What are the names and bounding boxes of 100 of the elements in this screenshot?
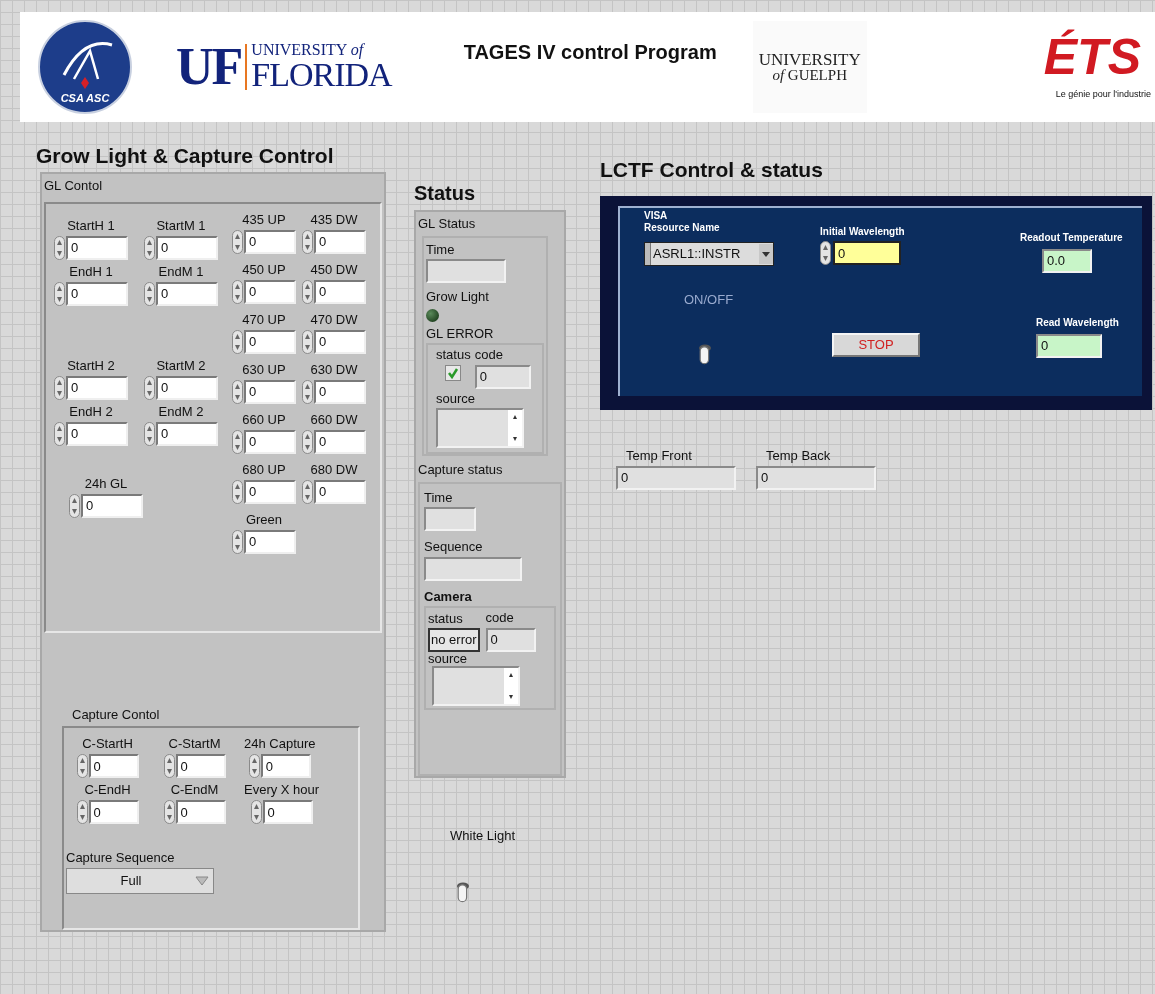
resource-dropdown[interactable]: ASRL1::INSTR [644,242,774,266]
numeric-field[interactable]: 0 [314,329,366,354]
indicator-field: 0 [474,364,531,389]
spinner-icon[interactable] [232,229,243,254]
control-label: 435 UP [242,211,286,228]
control-label: Resource Name [644,222,721,234]
numeric-field[interactable]: 0 [66,375,128,400]
control-label: 450 UP [242,261,286,278]
numeric-field[interactable]: 0 [314,479,366,504]
spinner-icon[interactable] [250,800,262,824]
spinner-icon[interactable] [302,429,313,454]
numeric-field[interactable]: 0 [244,429,296,454]
numeric-field[interactable]: 0 [88,754,139,778]
spinner-icon[interactable] [302,329,313,354]
numeric-field[interactable]: 0 [156,421,218,446]
spinner-icon[interactable] [144,235,155,260]
indicator-label: source [436,389,477,408]
stop-button[interactable]: STOP [832,333,920,357]
spinner-icon[interactable] [232,429,243,454]
spinner-icon[interactable] [144,281,155,306]
control-label: Every X hour [244,782,320,798]
control-label: 660 UP [242,411,286,428]
dropdown-icon [759,244,773,264]
logo-text: FLORIDA [251,58,392,92]
numeric-field[interactable]: 0 [66,421,128,446]
sequence-dropdown[interactable]: Full [66,867,214,894]
numeric-field[interactable]: 0 [156,375,218,400]
numeric-field[interactable]: 0 [156,281,218,306]
numeric-field[interactable]: 0 [244,379,296,404]
program-title: TAGES IV control Program [463,40,717,65]
spinner-icon[interactable] [163,754,175,778]
spinner-icon[interactable] [54,281,65,306]
logo-mark: UF [176,41,242,93]
numeric-field[interactable]: 0 [244,479,296,504]
numeric-field[interactable]: 0 [81,493,143,518]
numeric-field[interactable]: 0 [175,800,226,824]
control-label: 470 DW [310,311,358,328]
indicator-label: Sequence [424,538,484,556]
spinner-icon[interactable] [54,421,65,446]
indicator-label: code [485,609,515,627]
indicator-label: Temp Back [766,447,832,465]
spinner-icon[interactable] [820,241,831,265]
numeric-field[interactable]: 0 [244,329,296,354]
switch-label: White Light [450,827,516,845]
control-label: 680 UP [242,461,286,478]
numeric-field[interactable]: 0 [88,800,139,824]
spinner-icon[interactable] [248,754,260,778]
numeric-field[interactable]: 0 [314,429,366,454]
spinner-icon[interactable] [302,279,313,304]
numeric-field[interactable]: 0 [314,279,366,304]
numeric-field[interactable]: 0 [314,229,366,254]
control-label: Capture Sequence [66,849,176,867]
spinner-icon[interactable] [69,493,80,518]
logo-tagline: Le génie pour l'industrie [1055,88,1151,102]
section-title: Grow Light & Capture Control [36,144,335,168]
spinner-icon[interactable] [232,479,243,504]
panel-label: GL Status [418,215,477,233]
numeric-field[interactable]: 0 [833,241,901,265]
control-label: Green [245,511,283,528]
logo-text: UNIVERSITY [758,51,861,68]
control-label: C-EndH [84,782,131,798]
numeric-field[interactable]: 0 [156,235,218,260]
numeric-field[interactable]: 0 [244,229,296,254]
scrollbar-icon[interactable] [504,667,518,704]
spinner-icon[interactable] [232,279,243,304]
spinner-icon[interactable] [144,421,155,446]
panel-label: Capture Contol [72,705,161,724]
control-label: C-EndM [170,782,219,798]
control-label: EndM 2 [158,403,204,420]
scrollbar-icon[interactable] [508,410,522,446]
control-label: 680 DW [310,461,358,478]
numeric-field[interactable]: 0 [314,379,366,404]
numeric-field[interactable]: 0 [244,529,296,554]
numeric-field[interactable]: 0 [66,235,128,260]
spinner-icon[interactable] [54,375,65,400]
spinner-icon[interactable] [232,379,243,404]
spinner-icon[interactable] [302,479,313,504]
spinner-icon[interactable] [232,529,243,554]
numeric-field[interactable]: 0 [66,281,128,306]
spinner-icon[interactable] [144,375,155,400]
indicator-field: 0 [485,627,536,652]
spinner-icon[interactable] [76,800,88,824]
indicator-label: code [474,346,504,364]
indicator-field: 0 [756,465,876,490]
numeric-field[interactable]: 0 [244,279,296,304]
spinner-icon[interactable] [76,754,88,778]
control-label: VISA [644,210,669,222]
numeric-field[interactable]: 0 [262,800,313,824]
control-label: 24h GL [84,475,128,492]
numeric-field[interactable]: 0 [175,754,226,778]
control-label: StartH 1 [67,217,115,234]
spinner-icon[interactable] [54,235,65,260]
spinner-icon[interactable] [302,379,313,404]
spinner-icon[interactable] [232,329,243,354]
spinner-icon[interactable] [163,800,175,824]
control-label: 435 DW [310,211,358,228]
spinner-icon[interactable] [302,229,313,254]
control-label: 470 UP [242,311,286,328]
dropdown-icon [195,875,209,886]
numeric-field[interactable]: 0 [260,754,311,778]
